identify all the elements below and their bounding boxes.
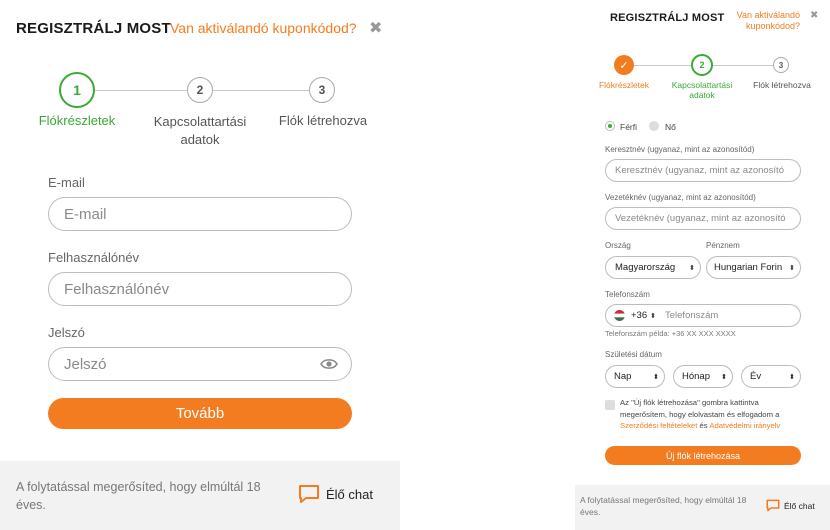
step-2-circle: 2	[187, 77, 213, 103]
firstname-label: Keresztnév (ugyanaz, mint az azonosítód)	[605, 145, 755, 154]
country-label: Ország	[605, 241, 631, 250]
privacy-link[interactable]: Adatvédelmi irányelv	[709, 421, 780, 430]
dob-label: Születési dátum	[605, 350, 662, 359]
coupon-link[interactable]: Van aktiválandó kuponkódod?	[170, 20, 357, 36]
step-1-check-icon: ✓	[614, 55, 634, 75]
dob-month-value: Hónap	[682, 371, 710, 382]
password-field[interactable]: Jelszó	[48, 347, 352, 381]
chevron-updown-icon: ⬍	[653, 373, 659, 381]
live-chat-button[interactable]: Élő chat	[298, 484, 373, 504]
password-label: Jelszó	[48, 325, 85, 340]
step-1-label: Flókrészletek	[598, 80, 650, 90]
hungary-flag-icon	[614, 310, 625, 321]
live-chat-label: Élő chat	[326, 486, 373, 502]
phone-example: Telefonszám példa: +36 XX XXX XXXX	[605, 329, 736, 338]
email-label: E-mail	[48, 175, 85, 190]
stepper-line	[95, 90, 187, 91]
chevron-updown-icon: ⬍	[650, 312, 656, 320]
currency-select[interactable]: Hungarian Forin ⬍	[706, 256, 801, 279]
live-chat-label: Élő chat	[784, 500, 815, 511]
terms-link[interactable]: Szerződési feltételeket	[620, 421, 697, 430]
terms-text: Az "Új flók létrehozása" gombra kattintv…	[620, 397, 802, 432]
phone-label: Telefonszám	[605, 290, 650, 299]
email-field[interactable]: E-mail	[48, 197, 352, 231]
gender-male-radio[interactable]	[605, 121, 615, 131]
stepper-line	[634, 65, 691, 66]
username-label: Felhasználónév	[48, 250, 140, 265]
dob-day-select[interactable]: Nap ⬍	[605, 365, 665, 388]
age-confirmation-text: A folytatással megerősíted, hogy elmúltá…	[16, 480, 261, 512]
username-field[interactable]: Felhasználónév	[48, 272, 352, 306]
step-3-circle: 3	[773, 57, 789, 73]
dob-year-select[interactable]: Év ⬍	[741, 365, 801, 388]
chevron-updown-icon: ⬍	[789, 264, 795, 272]
stepper-line	[713, 65, 773, 66]
coupon-link[interactable]: Van aktiválandó kuponkódod?	[725, 10, 800, 32]
live-chat-button[interactable]: Élő chat	[766, 499, 815, 512]
password-placeholder: Jelszó	[64, 355, 107, 373]
lastname-placeholder: Vezetéknév (ugyanaz, mint az azonosító	[615, 213, 786, 224]
close-icon[interactable]: ✖	[810, 10, 818, 21]
chevron-updown-icon: ⬍	[789, 373, 795, 381]
step-2-label: Kapcsolattartási adatok	[671, 80, 733, 100]
eye-icon[interactable]	[320, 357, 338, 371]
step-2-circle: 2	[691, 54, 713, 76]
gender-female-radio[interactable]	[649, 121, 659, 131]
step-3-label: Flók létrehozva	[278, 113, 368, 128]
chevron-updown-icon: ⬍	[689, 264, 695, 272]
next-button[interactable]: Tovább	[48, 398, 352, 429]
dob-day-value: Nap	[614, 371, 632, 382]
terms-checkbox[interactable]	[605, 400, 615, 410]
chat-icon	[766, 499, 780, 512]
dob-month-select[interactable]: Hónap ⬍	[673, 365, 733, 388]
create-account-button[interactable]: Új flók létrehozása	[605, 446, 801, 465]
close-icon[interactable]: ✖	[369, 18, 382, 38]
lastname-label: Vezetéknév (ugyanaz, mint az azonosítód)	[605, 193, 756, 202]
registration-panel-step1: REGISZTRÁLJ MOST Van aktiválandó kuponkó…	[0, 0, 400, 530]
page-title: REGISZTRÁLJ MOST	[16, 20, 171, 37]
phone-placeholder: Telefonszám	[665, 310, 719, 321]
dob-year-value: Év	[750, 371, 762, 382]
username-placeholder: Felhasználónév	[64, 280, 170, 298]
currency-value: Hungarian Forin	[714, 262, 783, 273]
age-confirmation-text: A folytatással megerősíted, hogy elmúltá…	[580, 495, 747, 517]
gender-male-label: Férfi	[620, 122, 637, 132]
step-3-label: Flók létrehozva	[753, 80, 811, 90]
step-1-label: Flókrészletek	[38, 113, 116, 128]
currency-label: Pénznem	[706, 241, 740, 250]
firstname-placeholder: Keresztnév (ugyanaz, mint az azonosító	[615, 165, 784, 176]
firstname-field[interactable]: Keresztnév (ugyanaz, mint az azonosító	[605, 159, 801, 182]
chevron-updown-icon: ⬍	[721, 373, 727, 381]
country-select[interactable]: Magyarország ⬍	[605, 256, 701, 279]
terms-and: és	[699, 421, 708, 430]
chat-icon	[299, 485, 319, 503]
step-3-circle: 3	[309, 77, 335, 103]
country-value: Magyarország	[615, 262, 676, 273]
page-title: REGISZTRÁLJ MOST	[610, 12, 725, 24]
step-2-label: Kapcsolattartási adatok	[153, 114, 247, 147]
step-1-circle: 1	[59, 72, 95, 108]
terms-text-part: Az "Új flók létrehozása" gombra kattintv…	[620, 398, 780, 419]
email-placeholder: E-mail	[64, 205, 107, 223]
stepper-line	[213, 90, 309, 91]
phone-field[interactable]: +36 ⬍ Telefonszám	[605, 304, 801, 327]
phone-prefix[interactable]: +36	[631, 310, 647, 321]
lastname-field[interactable]: Vezetéknév (ugyanaz, mint az azonosító	[605, 207, 801, 230]
registration-panel-step2: REGISZTRÁLJ MOST Van aktiválandó kuponkó…	[575, 0, 830, 530]
gender-female-label: Nő	[665, 122, 676, 132]
